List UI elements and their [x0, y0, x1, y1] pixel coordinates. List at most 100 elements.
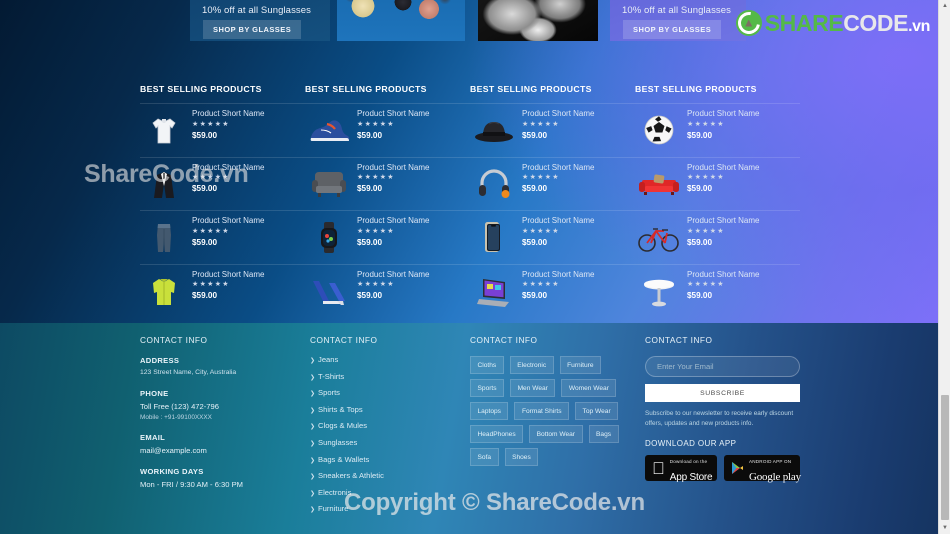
- chevron-right-icon: ❯: [310, 440, 316, 447]
- tag-format-shirts[interactable]: Format Shirts: [514, 402, 570, 420]
- product-row[interactable]: Product Short Name ★★★★★ $59.00: [140, 103, 305, 157]
- footer-links-column: CONTACT INFO ❯ Jeans ❯ T-Shirts ❯ Sports ❯ S…: [310, 335, 470, 522]
- product-row[interactable]: Product Short Name ★★★★★ $59.00: [635, 103, 800, 157]
- product-column-4: BEST SELLING PRODUCTS Product Short Name…: [635, 84, 800, 317]
- tag-bottom-wear[interactable]: Bottom Wear: [529, 425, 583, 443]
- product-rating: ★★★★★: [357, 120, 395, 128]
- promo-card-sunglasses-left[interactable]: 10% off at all Sunglasses SHOP BY GLASSE…: [190, 0, 330, 41]
- logo-tld-text: .vn: [908, 17, 930, 35]
- product-row[interactable]: Product Short Name ★★★★★ $59.00: [305, 210, 470, 264]
- tag-sports[interactable]: Sports: [470, 379, 505, 397]
- product-row[interactable]: Product Short Name ★★★★★ $59.00: [305, 156, 470, 211]
- tag-bags[interactable]: Bags: [588, 425, 619, 443]
- shop-by-glasses-button[interactable]: SHOP BY GLASSES: [203, 20, 302, 39]
- footer-heading: CONTACT INFO: [140, 335, 208, 345]
- footer-link-label: Electronis: [318, 487, 352, 497]
- vertical-scrollbar[interactable]: ▲ ▼: [938, 0, 950, 534]
- footer-link-bags-wallets[interactable]: ❯ Bags & Wallets: [310, 455, 470, 464]
- product-row[interactable]: Product Short Name ★★★★★ $59.00: [140, 210, 305, 264]
- tag-electronic[interactable]: Electronic: [509, 356, 554, 374]
- appstore-big-label: App Store: [657, 472, 713, 484]
- product-name: Product Short Name: [687, 109, 760, 118]
- smartwatch-icon: [305, 214, 353, 260]
- scroll-down-arrow-icon[interactable]: ▼: [939, 522, 950, 534]
- bicycle-icon: [635, 214, 683, 260]
- tag-furniture[interactable]: Furniture: [559, 356, 602, 374]
- chevron-right-icon: ❯: [310, 507, 316, 514]
- side-table-icon: [635, 268, 683, 314]
- product-price: $59.00: [687, 130, 713, 140]
- product-price: $59.00: [192, 130, 218, 140]
- newsletter-note: Subscribe to our newsletter to receive e…: [645, 410, 794, 427]
- product-row[interactable]: Product Short Name ★★★★★ $59.00: [470, 103, 635, 157]
- email-value[interactable]: mail@example.com: [140, 445, 310, 456]
- google-play-badge[interactable]: ANDROID APP ON Google play: [724, 455, 801, 483]
- product-row[interactable]: Product Short Name ★★★★★ $59.00: [635, 156, 800, 211]
- product-row[interactable]: Product Short Name ★★★★★ $59.00: [470, 156, 635, 211]
- soccer-ball-icon: [635, 107, 683, 153]
- footer-link-label: T-Shirts: [318, 371, 345, 381]
- footer-newsletter-column: CONTACT INFO SUBSCRIBE Subscribe to our …: [645, 335, 801, 522]
- footer-link-electronis[interactable]: ❯ Electronis: [310, 487, 470, 497]
- appstore-small-label: Download on the: [657, 459, 707, 465]
- footer-link-furniture[interactable]: ❯ Furniture: [310, 505, 470, 513]
- footer-link-label: Shirts & Tops: [318, 404, 363, 414]
- footer-link-shirts-tops[interactable]: ❯ Shirts & Tops: [310, 404, 470, 414]
- product-row[interactable]: Product Short Name ★★★★★ $59.00: [305, 263, 470, 318]
- product-name: Product Short Name: [357, 162, 430, 172]
- address-value: 123 Street Name, City, Australia: [140, 369, 237, 376]
- chevron-right-icon: ❯: [310, 457, 316, 464]
- product-row[interactable]: Product Short Name ★★★★★ $59.00: [470, 263, 635, 318]
- best-selling-products-grid: BEST SELLING PRODUCTS Product Short Name…: [140, 84, 800, 317]
- sharecode-logo[interactable]: SHARECODE.vn: [735, 10, 930, 36]
- promo-card-photo[interactable]: [478, 0, 598, 41]
- product-name: Product Short Name: [357, 109, 430, 118]
- footer-link-tshirts[interactable]: ❯ T-Shirts: [310, 371, 470, 381]
- footer-contact-column: CONTACT INFO ADDRESS 123 Street Name, Ci…: [140, 335, 310, 522]
- tag-cloths[interactable]: Cloths: [470, 356, 504, 374]
- footer-link-jeans[interactable]: ❯ Jeans: [310, 356, 470, 364]
- product-row[interactable]: Product Short Name ★★★★★ $59.00: [470, 210, 635, 264]
- tag-laptops[interactable]: Laptops: [470, 402, 509, 420]
- promo-card-sunglasses-right[interactable]: 10% off at all Sunglasses SHOP BY GLASSE…: [610, 0, 746, 41]
- working-days-value: Mon - FRI / 9:30 AM - 6:30 PM: [140, 480, 243, 490]
- tag-sofa[interactable]: Sofa: [470, 448, 499, 466]
- footer-link-clogs-mules[interactable]: ❯ Clogs & Mules: [310, 422, 470, 430]
- tag-top-wear[interactable]: Top Wear: [575, 402, 619, 420]
- newsletter-email-input[interactable]: [645, 356, 800, 377]
- product-rating: ★★★★★: [687, 281, 725, 289]
- tag-shoes[interactable]: Shoes: [504, 448, 539, 466]
- product-name: Product Short Name: [687, 269, 760, 279]
- product-price: $59.00: [522, 130, 548, 140]
- fedora-hat-icon: [470, 107, 518, 153]
- promo-text: 10% off at all Sunglasses: [202, 5, 312, 16]
- product-rating: ★★★★★: [687, 120, 725, 128]
- scrollbar-thumb[interactable]: [941, 395, 949, 520]
- phone-label: PHONE: [140, 388, 169, 398]
- product-rating: ★★★★★: [192, 227, 230, 235]
- footer-link-sneakers-athletic[interactable]: ❯ Sneakers & Athletic: [310, 472, 470, 480]
- tag-women-wear[interactable]: Women Wear: [561, 379, 617, 397]
- product-name: Product Short Name: [192, 269, 265, 279]
- column-title: BEST SELLING PRODUCTS: [305, 84, 427, 94]
- tag-headphones[interactable]: HeadPhones: [470, 425, 524, 443]
- product-row[interactable]: Product Short Name ★★★★★ $59.00: [635, 263, 800, 318]
- product-row[interactable]: Product Short Name ★★★★★ $59.00: [635, 210, 800, 264]
- app-store-badge[interactable]:  Download on the App Store: [645, 455, 717, 484]
- product-row[interactable]: Product Short Name ★★★★★ $59.00: [305, 103, 470, 157]
- tshirt-icon: [140, 107, 188, 153]
- subscribe-button[interactable]: SUBSCRIBE: [645, 384, 800, 402]
- tag-men-wear[interactable]: Men Wear: [510, 379, 556, 397]
- headphones-icon: [470, 161, 518, 207]
- scroll-up-arrow-icon[interactable]: ▲: [939, 0, 950, 12]
- footer-link-sports[interactable]: ❯ Sports: [310, 389, 470, 397]
- product-name: Product Short Name: [522, 269, 595, 279]
- product-price: $59.00: [522, 291, 548, 301]
- chevron-right-icon: ❯: [310, 424, 316, 431]
- shop-by-glasses-button[interactable]: SHOP BY GLASSES: [623, 20, 722, 39]
- product-row[interactable]: Product Short Name ★★★★★ $59.00: [140, 263, 305, 318]
- promo-card-cosmetics[interactable]: [337, 0, 465, 41]
- address-label: ADDRESS: [140, 356, 180, 365]
- footer-link-sunglasses[interactable]: ❯ Sunglasses: [310, 439, 470, 447]
- product-row[interactable]: Product Short Name ★★★★★ $59.00: [140, 156, 305, 211]
